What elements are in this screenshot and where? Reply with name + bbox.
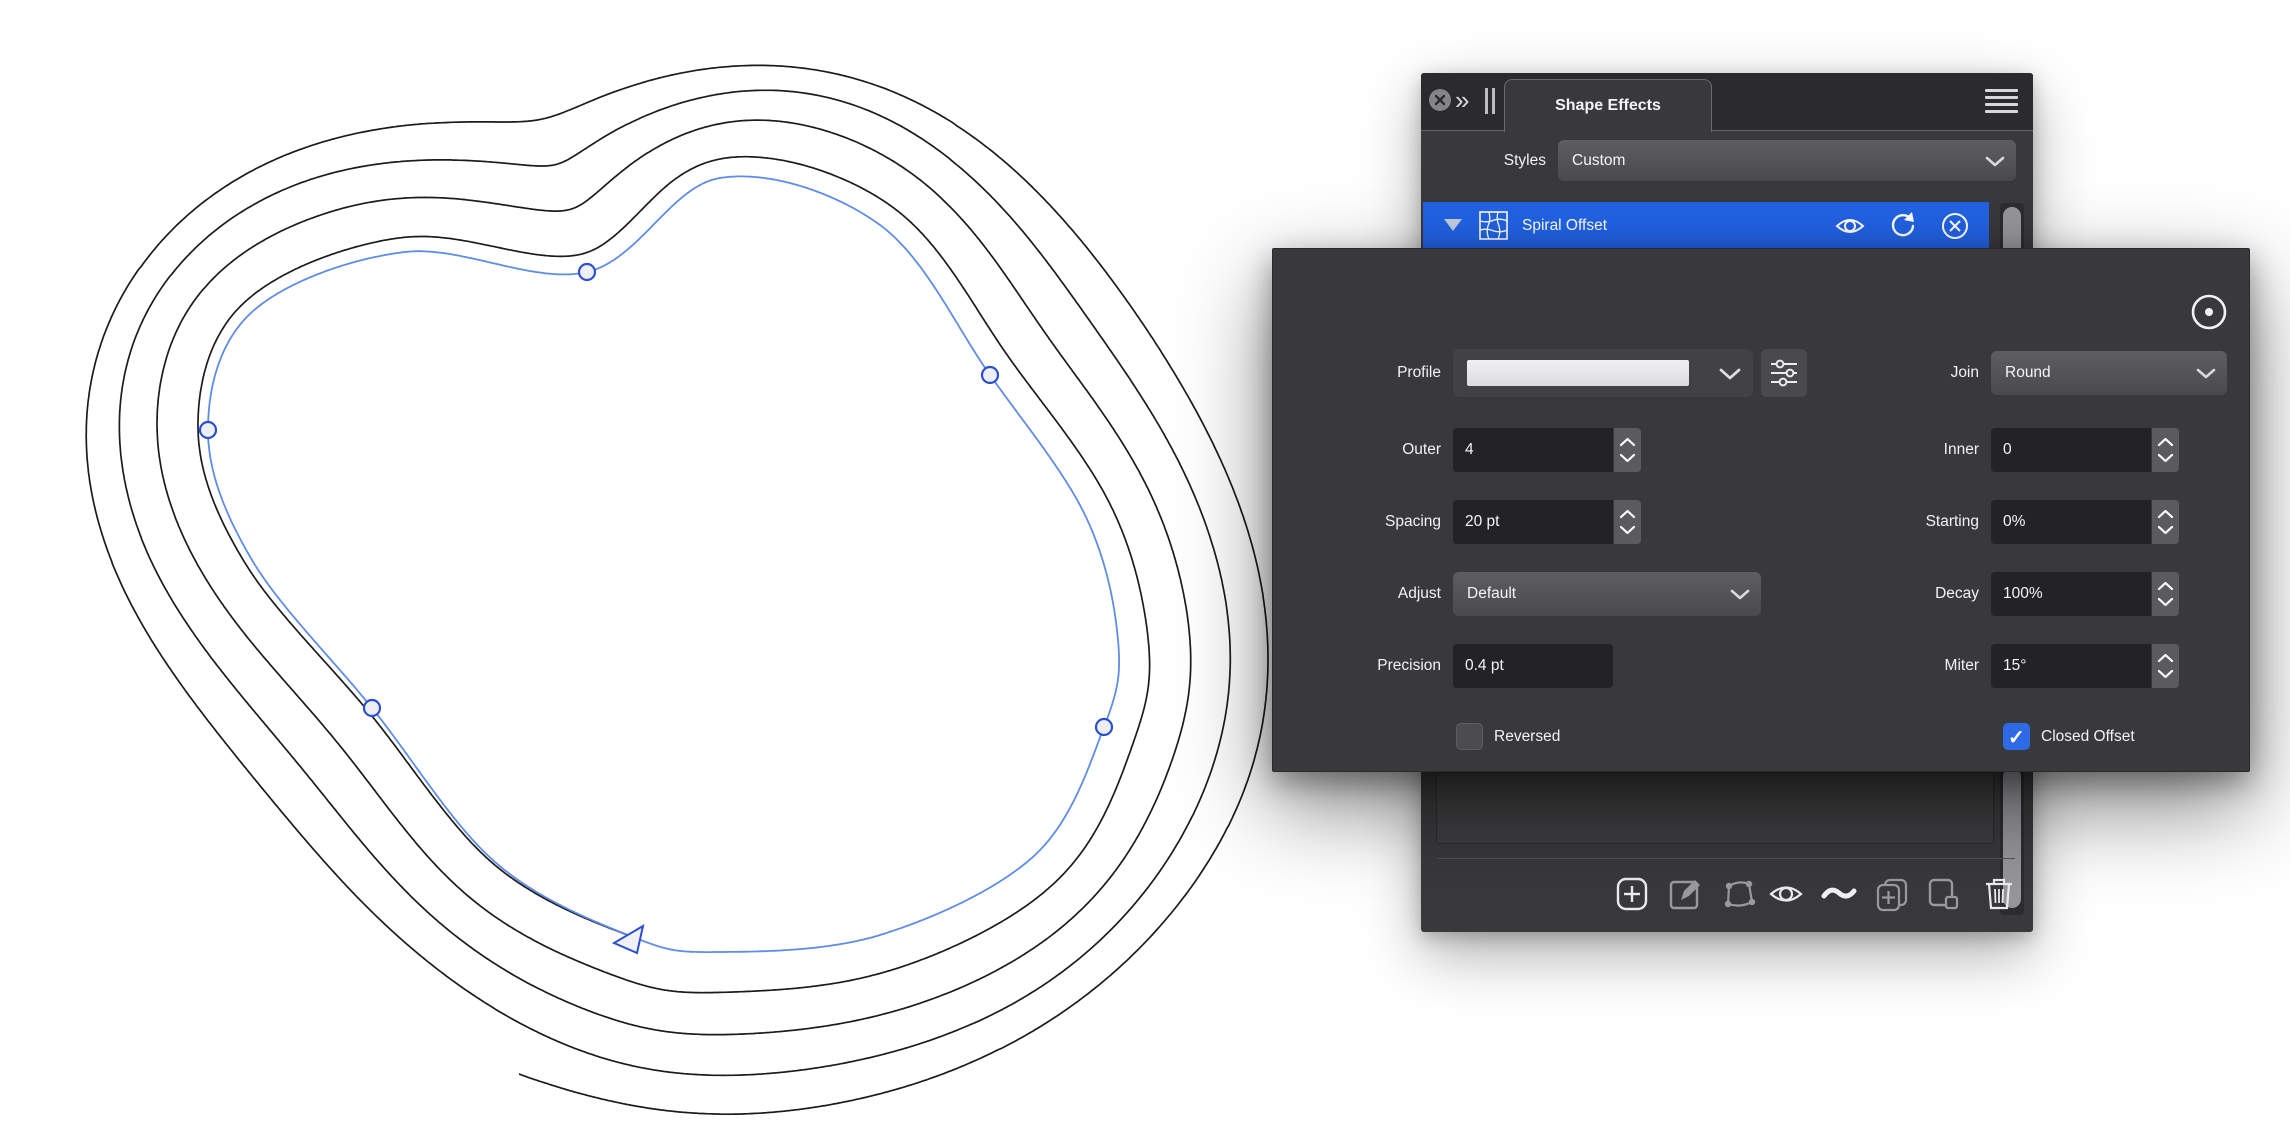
remove-icon[interactable]: [1939, 210, 1971, 242]
profile-preview-swatch: [1467, 360, 1689, 386]
spiral-offset-options-dialog: Profile Join Round Outer 4 Inner 0 Spaci…: [1272, 248, 2250, 772]
precision-field[interactable]: 0.4 pt: [1453, 644, 1613, 688]
profile-wave-icon[interactable]: [1821, 876, 1857, 912]
copy-style-icon[interactable]: [1925, 876, 1961, 912]
hamburger-menu-icon[interactable]: [1985, 89, 2018, 113]
chevron-down-icon: [1985, 156, 2005, 167]
profile-label: Profile: [1273, 351, 1441, 395]
divider-bars: [1485, 88, 1497, 114]
join-dropdown[interactable]: Round: [1991, 351, 2227, 395]
closed-offset-label: Closed Offset: [2041, 723, 2135, 751]
spiral-offset-curves[interactable]: [86, 65, 1268, 1114]
precision-label: Precision: [1273, 644, 1441, 688]
edit-effect-icon[interactable]: [1667, 876, 1703, 912]
panel-header: » Shape Effects: [1421, 73, 2033, 131]
path-node[interactable]: [1096, 719, 1112, 735]
visibility-eye-icon[interactable]: [1834, 210, 1866, 242]
tab-shape-effects[interactable]: Shape Effects: [1504, 79, 1712, 132]
close-icon[interactable]: [1429, 89, 1451, 111]
styles-label: Styles: [1421, 140, 1546, 181]
mesh-grid-icon: [1478, 210, 1510, 242]
reversed-label: Reversed: [1494, 723, 1560, 751]
miter-field[interactable]: 15°: [1991, 644, 2151, 688]
starting-field[interactable]: 0%: [1991, 500, 2151, 544]
mesh-warp-icon[interactable]: [1721, 876, 1757, 912]
starting-stepper[interactable]: [2151, 500, 2179, 544]
effect-list-area: [1436, 772, 1994, 844]
disclosure-triangle-icon[interactable]: [1444, 219, 1462, 231]
path-direction-marker[interactable]: [614, 926, 643, 953]
outer-field[interactable]: 4: [1453, 428, 1613, 472]
visibility-eye-icon[interactable]: [1768, 876, 1804, 912]
spacing-label: Spacing: [1273, 500, 1441, 544]
miter-label: Miter: [1673, 644, 1979, 688]
inner-stepper[interactable]: [2151, 428, 2179, 472]
duplicate-effect-icon[interactable]: [1874, 876, 1910, 912]
path-node[interactable]: [579, 264, 595, 280]
decay-label: Decay: [1673, 572, 1979, 616]
spacing-field[interactable]: 20 pt: [1453, 500, 1613, 544]
path-node[interactable]: [364, 700, 380, 716]
chevron-down-icon: [2196, 368, 2216, 379]
outer-label: Outer: [1273, 428, 1441, 472]
miter-stepper[interactable]: [2151, 644, 2179, 688]
closed-offset-checkbox[interactable]: [2003, 723, 2030, 750]
join-dropdown-value: Round: [2005, 351, 2051, 395]
decay-stepper[interactable]: [2151, 572, 2179, 616]
adjust-label: Adjust: [1273, 572, 1441, 616]
spacing-stepper[interactable]: [1613, 500, 1641, 544]
selected-path[interactable]: [208, 176, 1119, 952]
styles-dropdown-value: Custom: [1572, 140, 1625, 181]
reversed-checkbox[interactable]: [1456, 723, 1483, 750]
double-chevron-icon[interactable]: »: [1455, 85, 1469, 115]
starting-label: Starting: [1673, 500, 1979, 544]
path-node[interactable]: [200, 422, 216, 438]
inner-field[interactable]: 0: [1991, 428, 2151, 472]
effect-name: Spiral Offset: [1522, 202, 1607, 249]
effect-target-icon[interactable]: [2189, 292, 2229, 332]
delete-trash-icon[interactable]: [1981, 876, 2017, 912]
join-label: Join: [1673, 349, 1979, 397]
decay-field[interactable]: 100%: [1991, 572, 2151, 616]
reset-icon[interactable]: [1887, 210, 1919, 242]
inner-label: Inner: [1673, 428, 1979, 472]
toolbar-divider: [1437, 858, 2015, 859]
path-node[interactable]: [982, 367, 998, 383]
add-effect-icon[interactable]: [1614, 876, 1650, 912]
outer-stepper[interactable]: [1613, 428, 1641, 472]
styles-dropdown[interactable]: Custom: [1558, 140, 2016, 181]
adjust-dropdown-value: Default: [1467, 572, 1516, 616]
